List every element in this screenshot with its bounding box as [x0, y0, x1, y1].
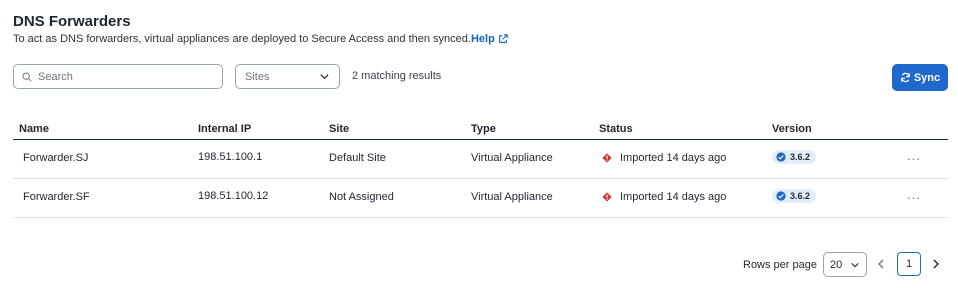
cell-status: Imported 14 days ago: [602, 191, 726, 203]
external-link-icon: [498, 34, 508, 43]
column-header-version[interactable]: Version: [772, 123, 812, 135]
table-row[interactable]: Forwarder.SF 198.51.100.12 Not Assigned …: [13, 179, 948, 218]
check-circle-icon: [776, 152, 786, 162]
cell-internal-ip: 198.51.100.1: [198, 151, 263, 163]
version-text: 3.6.2: [790, 191, 811, 201]
version-badge: 3.6.2: [772, 150, 817, 164]
sync-button-label: Sync: [913, 71, 941, 84]
sync-icon: [901, 72, 910, 83]
version-badge: 3.6.2: [772, 189, 817, 203]
match-count: 2 matching results: [352, 70, 442, 82]
cell-internal-ip: 198.51.100.12: [198, 190, 269, 202]
sync-button[interactable]: Sync: [892, 64, 948, 91]
chevron-down-icon: [320, 74, 329, 80]
page-subtitle: To act as DNS forwarders, virtual applia…: [13, 33, 508, 45]
cell-status: Imported 14 days ago: [602, 152, 726, 164]
help-link-label: Help: [470, 33, 495, 45]
cell-name: Forwarder.SF: [23, 191, 90, 203]
search-icon: [22, 72, 32, 82]
column-header-site[interactable]: Site: [329, 123, 349, 135]
sites-dropdown[interactable]: Sites: [235, 64, 340, 89]
more-actions-button[interactable]: ...: [907, 148, 921, 163]
help-link[interactable]: Help: [471, 33, 508, 45]
forwarders-table: Name Internal IP Site Type Status Versio…: [13, 118, 948, 218]
search-input[interactable]: [38, 70, 218, 83]
more-actions-button[interactable]: ...: [907, 187, 921, 202]
cell-type: Virtual Appliance: [471, 191, 553, 203]
status-text: Imported 14 days ago: [620, 191, 727, 203]
cell-version: 3.6.2: [772, 189, 817, 204]
status-text: Imported 14 days ago: [620, 152, 727, 164]
cell-site: Not Assigned: [329, 191, 394, 203]
cell-version: 3.6.2: [772, 150, 817, 165]
rows-per-page-select[interactable]: 20: [823, 252, 867, 277]
chevron-down-icon: [851, 262, 859, 267]
column-header-name[interactable]: Name: [19, 123, 49, 135]
rows-per-page-label: Rows per page: [743, 259, 817, 271]
column-header-internal-ip[interactable]: Internal IP: [198, 123, 251, 135]
column-header-status[interactable]: Status: [599, 123, 633, 135]
next-page-icon[interactable]: [929, 257, 943, 271]
cell-type: Virtual Appliance: [471, 152, 553, 164]
version-text: 3.6.2: [790, 152, 811, 162]
page-button-current[interactable]: 1: [897, 252, 921, 276]
table-row[interactable]: Forwarder.SJ 198.51.100.1 Default Site V…: [13, 140, 948, 179]
rows-per-page-value: 20: [830, 258, 843, 271]
column-header-type[interactable]: Type: [471, 123, 496, 135]
sites-dropdown-label: Sites: [245, 70, 270, 83]
cell-name: Forwarder.SJ: [23, 152, 89, 164]
previous-page-icon[interactable]: [874, 257, 888, 271]
cell-site: Default Site: [329, 152, 386, 164]
search-field[interactable]: [13, 64, 223, 89]
error-icon: [602, 153, 612, 163]
table-header: Name Internal IP Site Type Status Versio…: [13, 118, 948, 140]
check-circle-icon: [776, 191, 786, 201]
subtitle-text: To act as DNS forwarders, virtual applia…: [13, 33, 471, 45]
page-title: DNS Forwarders: [13, 13, 131, 30]
error-icon: [602, 192, 612, 202]
